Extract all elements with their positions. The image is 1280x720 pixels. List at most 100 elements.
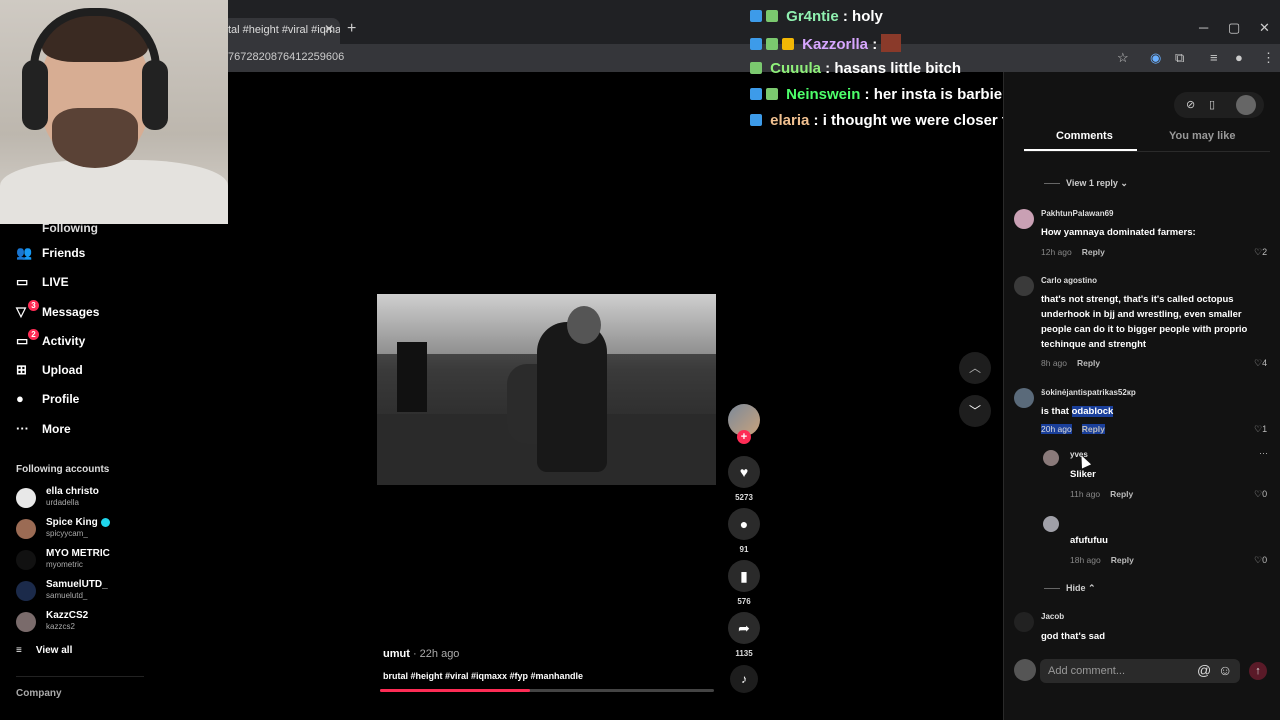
comment-like[interactable]: ♡1 [1254,424,1267,435]
reply-button[interactable]: Reply [1111,555,1134,565]
reply-button[interactable]: Reply [1077,358,1100,368]
comment-icon[interactable]: ● [728,508,760,540]
like-count: 5273 [735,493,753,502]
browser-tab[interactable]: tal #height #viral #iqmax ✕ [222,18,340,44]
reply-button[interactable]: Reply [1110,489,1133,499]
share-action[interactable]: ➦ 1135 [728,612,760,658]
video-time: · 22h ago [409,648,460,660]
chat-username: Gr4ntie [786,8,839,25]
webcam-beard [52,108,138,168]
share-icon[interactable]: ➦ [728,612,760,644]
comment-username[interactable]: šokinėjantispatrikas52кр [1041,388,1136,397]
account-name: ella christo [46,486,99,497]
account-username: urdadella [46,498,79,507]
sound-disc-icon[interactable]: ♪ [730,665,758,693]
post-comment-button[interactable]: ↑ [1249,662,1267,680]
reply-like[interactable]: ♡0 [1254,489,1267,500]
follow-plus-icon[interactable]: + [737,430,751,444]
compass-icon[interactable]: ⊘ [1186,98,1195,111]
extension-audio-icon[interactable]: ◉ [1150,50,1161,66]
chat-badge-icon [766,38,778,50]
comment-like[interactable]: ♡4 [1254,358,1267,369]
bookmark-icon[interactable]: ▮ [728,560,760,592]
device-icon[interactable]: ▯ [1209,98,1215,111]
comment-username[interactable]: Jacob [1041,612,1064,621]
mention-icon[interactable]: @ [1197,662,1211,678]
emoji-icon[interactable]: ☺ [1218,662,1232,678]
avatar[interactable] [1014,209,1034,229]
tab-you-may-like[interactable]: You may like [1169,130,1235,142]
add-comment-placeholder[interactable]: Add comment... [1048,665,1125,677]
heart-icon[interactable]: ♥ [728,456,760,488]
browser-profile-icon[interactable]: ● [1235,50,1243,65]
avatar[interactable] [1043,516,1059,532]
new-tab-button[interactable]: + [347,20,356,38]
avatar [16,550,36,570]
minimize-icon[interactable]: ─ [1199,20,1208,35]
following-account[interactable]: Spice King spicyycam_ [16,517,156,547]
share-count: 1135 [735,649,753,658]
reply-like[interactable]: ♡0 [1254,555,1267,566]
like-action[interactable]: ♥ 5273 [728,456,760,502]
sidebar-item-profile[interactable]: ● Profile [16,391,79,411]
hide-replies-button[interactable]: Hide ⌃ [1044,583,1096,594]
reply-button[interactable]: Reply [1082,247,1105,257]
following-account[interactable]: ella christo urdadella [16,486,156,516]
video-player[interactable] [377,294,716,485]
friends-icon: 👥 [16,245,33,260]
comment-like[interactable]: ♡2 [1254,247,1267,258]
avatar[interactable] [1014,276,1034,296]
chat-username: Cuuula [770,60,822,77]
sidebar-item-more[interactable]: ··· More [16,421,71,441]
sidebar-item-label: Messages [42,305,100,319]
avatar[interactable] [1014,612,1034,632]
avatar[interactable] [1014,388,1034,408]
comment-meta: 20h ago Reply [1041,424,1105,434]
chat-badge-icon [750,10,762,22]
sidebar-item-upload[interactable]: ⊞ Upload [16,362,83,382]
sidebar-item-friends[interactable]: 👥 Friends [16,245,85,265]
streamer-webcam [0,0,228,224]
avatar[interactable] [1236,95,1256,115]
company-link[interactable]: Company [16,688,62,699]
video-person-head [567,306,601,344]
avatar [16,612,36,632]
next-video-button[interactable]: ﹀ [959,395,991,427]
more-options-icon[interactable]: ··· [1259,448,1268,458]
bookmark-star-icon[interactable]: ☆ [1117,50,1129,66]
comment-text: god that's sad [1041,631,1106,642]
sidebar-item-activity[interactable]: ▭ Activity 2 [16,329,85,353]
reply-button[interactable]: Reply [1081,424,1105,434]
previous-video-button[interactable]: ︿ [959,352,991,384]
comment-username[interactable]: PakhtunPalawan69 [1041,209,1113,218]
following-account[interactable]: MYO METRIC myometric [16,548,156,578]
following-account[interactable]: SamuelUTD_ samuelutd_ [16,579,156,609]
maximize-icon[interactable]: ▢ [1228,20,1240,36]
reply-item: afufufuu 18h ago Reply ♡0 [1043,516,1273,566]
save-action[interactable]: ▮ 576 [728,560,760,606]
media-control-icon[interactable]: ≡ [1210,50,1218,65]
sidebar-item-messages[interactable]: ▽ Messages 3 [16,300,100,324]
following-account[interactable]: KazzCS2 kazzcs2 [16,610,156,640]
extensions-icon[interactable]: ⧉ [1175,50,1184,66]
divider [1024,151,1270,152]
chat-badge-icon [750,114,762,126]
window-close-icon[interactable]: ✕ [1259,20,1270,36]
video-progress-bar[interactable] [380,689,714,692]
sidebar-item-live[interactable]: ▭ LIVE [16,274,69,294]
video-author[interactable]: umut · 22h ago [383,648,459,660]
url-text[interactable]: 7672820876412259606 [228,51,344,63]
tab-comments[interactable]: Comments [1056,130,1113,142]
tab-close-icon[interactable]: ✕ [324,22,334,36]
video-doorway [397,342,427,412]
view-all-link[interactable]: ≡ View all [16,645,72,656]
browser-menu-icon[interactable]: ⋮ [1262,50,1275,66]
add-comment-input[interactable]: Add comment... @ ☺ [1040,659,1240,683]
headphone-left [22,60,48,130]
reply-meta: 18h ago Reply [1070,555,1134,565]
avatar[interactable] [1043,450,1059,466]
heart-outline-icon: ♡ [1254,555,1263,565]
view-replies-button[interactable]: View 1 reply ⌄ [1044,178,1128,189]
comment-username[interactable]: Carlo agostino [1041,276,1097,285]
comment-action[interactable]: ● 91 [728,508,760,554]
